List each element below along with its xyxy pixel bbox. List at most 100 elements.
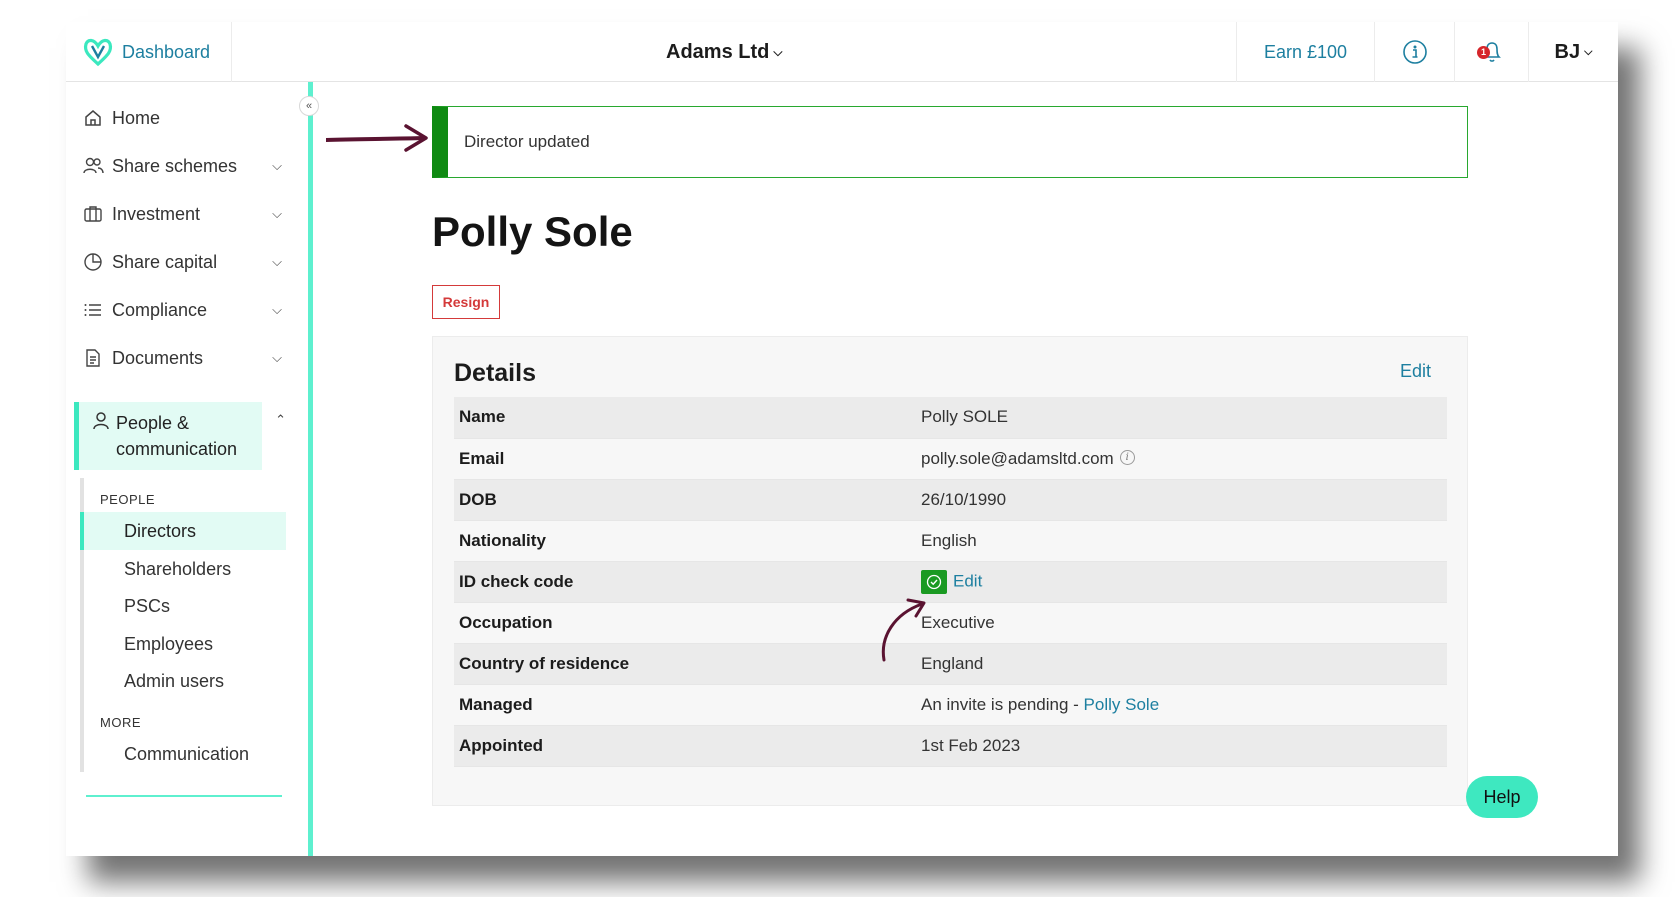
users-icon: [82, 155, 104, 177]
sidebar-border: [308, 82, 313, 856]
row-key: Managed: [454, 684, 916, 726]
annotation-arrow-icon: [326, 124, 428, 152]
table-row: DOB 26/10/1990: [454, 479, 1447, 521]
row-value: England: [916, 643, 1447, 685]
earn-referral-link[interactable]: Earn £100: [1236, 22, 1374, 82]
document-icon: [82, 347, 104, 369]
table-row: Appointed 1st Feb 2023: [454, 725, 1447, 767]
sidebar-subitem-communication[interactable]: Communication: [80, 735, 286, 773]
home-icon: [82, 107, 104, 129]
divider: [86, 795, 282, 797]
row-key: Occupation: [454, 602, 916, 644]
dashboard-link[interactable]: Dashboard: [66, 22, 232, 82]
pie-chart-icon: [82, 251, 104, 273]
row-key: Appointed: [454, 725, 916, 767]
info-icon[interactable]: i: [1119, 449, 1135, 465]
row-value: polly.sole@adamsltd.com i: [916, 438, 1447, 480]
sidebar-item-label: Home: [112, 107, 161, 128]
resign-button[interactable]: Resign: [432, 285, 500, 319]
chevron-down-icon: ⌵: [272, 254, 282, 269]
sidebar-subitem-admin-users[interactable]: Admin users: [80, 662, 286, 700]
list-icon: [82, 299, 104, 321]
dashboard-label: Dashboard: [122, 41, 211, 62]
annotation-curved-arrow-icon: [881, 598, 926, 662]
id-check-edit-link[interactable]: Edit: [953, 571, 982, 590]
sidebar-subitem-employees[interactable]: Employees: [80, 625, 286, 663]
logo-icon: [82, 37, 114, 67]
sidebar-item-share-capital[interactable]: Share capital ⌵: [82, 242, 292, 282]
sidebar-item-people-communication[interactable]: People & communication ⌃: [74, 402, 286, 470]
app-window: Dashboard Adams Ltd ⌵ Earn £100 1 BJ ⌵ H…: [66, 22, 1618, 856]
table-row: Name Polly SOLE: [454, 397, 1447, 439]
more-section-header: MORE: [100, 715, 141, 730]
info-button[interactable]: [1374, 22, 1454, 82]
row-value: Edit: [916, 561, 1447, 603]
briefcase-icon: [82, 203, 104, 225]
chevron-down-icon: ⌵: [272, 206, 282, 221]
sidebar-item-label: Compliance: [112, 299, 208, 320]
row-value: An invite is pending - Polly Sole: [916, 684, 1447, 726]
row-key: DOB: [454, 479, 916, 521]
email-value: polly.sole@adamsltd.com: [921, 448, 1114, 468]
row-key: Country of residence: [454, 643, 916, 685]
row-key: Name: [454, 397, 916, 439]
sidebar-item-label: Share capital: [112, 251, 218, 272]
row-value: Polly SOLE: [916, 397, 1447, 439]
sidebar-item-investment[interactable]: Investment ⌵: [82, 194, 292, 234]
row-key: Nationality: [454, 520, 916, 562]
sidebar-subitem-pscs[interactable]: PSCs: [80, 587, 286, 625]
chevron-down-icon: ⌵: [272, 350, 282, 365]
check-icon: [921, 569, 947, 594]
chevron-down-icon: ⌵: [272, 158, 282, 173]
sidebar-item-documents[interactable]: Documents ⌵: [82, 338, 292, 378]
table-row: Country of residence England: [454, 643, 1447, 685]
user-initials: BJ: [1554, 40, 1581, 63]
details-card: Details Edit Name Polly SOLE Email polly…: [432, 336, 1468, 806]
table-row: Occupation Executive: [454, 602, 1447, 644]
row-value: 1st Feb 2023: [916, 725, 1447, 767]
info-icon: [1402, 40, 1427, 64]
sidebar-item-label: People & communication: [116, 413, 238, 459]
details-edit-link[interactable]: Edit: [1400, 361, 1431, 382]
sidebar-item-label: Documents: [112, 347, 204, 368]
collapse-sidebar-button[interactable]: «: [299, 96, 319, 116]
row-value: Executive: [916, 602, 1447, 644]
sidebar-item-label: Investment: [112, 203, 201, 224]
sidebar-subitem-directors[interactable]: Directors: [80, 512, 286, 550]
page-title: Polly Sole: [432, 208, 633, 255]
top-bar: Dashboard Adams Ltd ⌵ Earn £100 1 BJ ⌵: [66, 22, 1618, 82]
row-key: ID check code: [454, 561, 916, 603]
invitee-link[interactable]: Polly Sole: [1084, 695, 1160, 714]
earn-label: Earn £100: [1263, 41, 1348, 62]
sidebar-item-share-schemes[interactable]: Share schemes ⌵: [82, 146, 292, 186]
chevron-down-icon: ⌵: [272, 302, 282, 317]
double-chevron-left-icon: «: [305, 100, 313, 112]
people-section-header: PEOPLE: [100, 492, 156, 507]
table-row: Managed An invite is pending - Polly Sol…: [454, 684, 1447, 726]
notifications-button[interactable]: 1: [1454, 22, 1528, 82]
chevron-down-icon: ⌵: [1584, 45, 1593, 58]
table-row: Email polly.sole@adamsltd.com i: [454, 438, 1447, 480]
help-button[interactable]: Help: [1466, 776, 1538, 818]
row-value: English: [916, 520, 1447, 562]
company-name: Adams Ltd: [666, 40, 770, 63]
table-row: Nationality English: [454, 520, 1447, 562]
sidebar-item-home[interactable]: Home: [82, 98, 292, 138]
sidebar-subitem-shareholders[interactable]: Shareholders: [80, 550, 286, 588]
company-switcher[interactable]: Adams Ltd ⌵: [666, 22, 782, 82]
row-value: 26/10/1990: [916, 479, 1447, 521]
sidebar: Home Share schemes ⌵ Investment ⌵ Share …: [66, 82, 308, 856]
user-menu[interactable]: BJ ⌵: [1528, 22, 1618, 82]
chevron-down-icon: ⌵: [773, 44, 783, 59]
details-title: Details: [454, 359, 536, 387]
banner-message: Director updated: [464, 132, 590, 151]
sidebar-item-compliance[interactable]: Compliance ⌵: [82, 290, 292, 330]
details-table: Name Polly SOLE Email polly.sole@adamslt…: [454, 397, 1447, 767]
notification-badge: 1: [1477, 46, 1490, 59]
row-key: Email: [454, 438, 916, 480]
managed-text: An invite is pending -: [921, 694, 1084, 714]
success-banner: Director updated: [432, 106, 1468, 178]
chevron-up-icon: ⌃: [275, 412, 286, 427]
sidebar-item-label: Share schemes: [112, 155, 238, 176]
table-row: ID check code Edit: [454, 561, 1447, 603]
